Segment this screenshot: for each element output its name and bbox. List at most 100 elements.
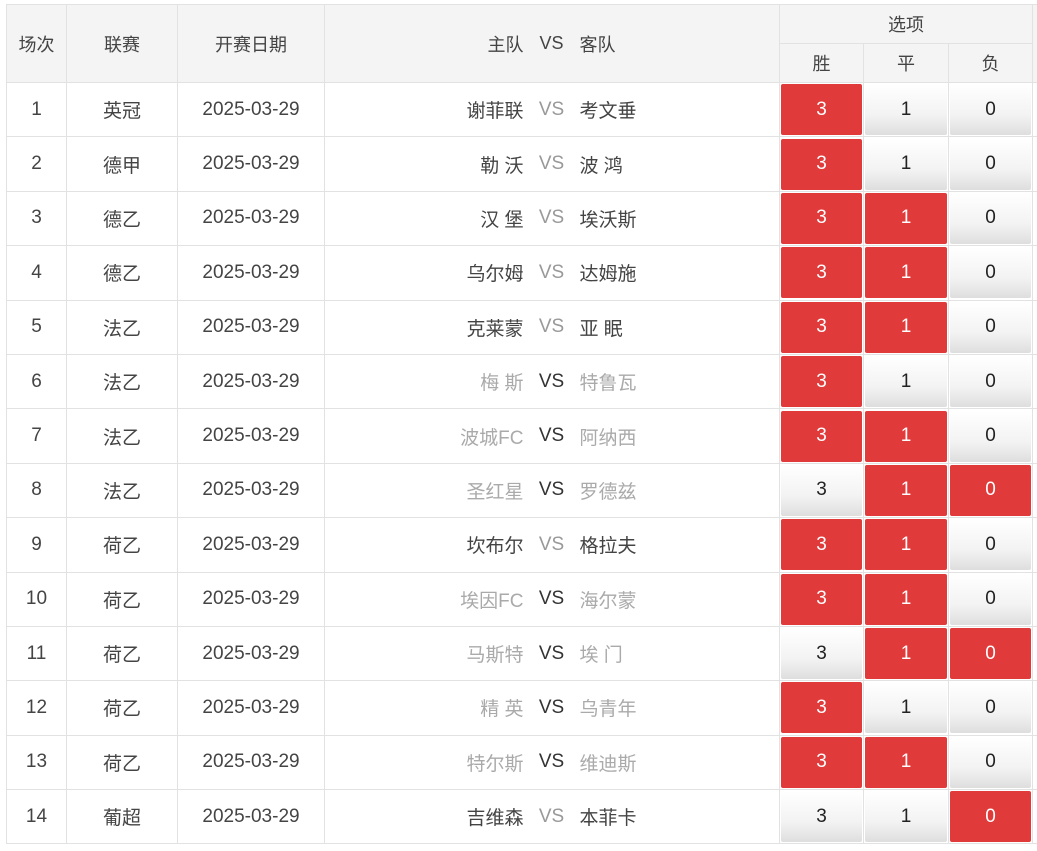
win-option-value: 3: [781, 138, 862, 190]
lose-option[interactable]: 0: [947, 680, 1034, 736]
win-option[interactable]: 3: [779, 408, 864, 464]
win-option[interactable]: 3: [779, 462, 864, 519]
away-team: 维迪斯: [579, 753, 637, 775]
lose-option[interactable]: 0: [947, 299, 1034, 355]
lose-option[interactable]: 0: [947, 517, 1034, 573]
draw-option[interactable]: 1: [863, 571, 949, 627]
match-date: 2025-03-29: [177, 245, 325, 301]
table-row: 11 荷乙 2025-03-29 马斯特 VS 埃 门 310: [6, 625, 1037, 682]
draw-option[interactable]: 1: [863, 517, 949, 573]
win-option[interactable]: 3: [779, 625, 864, 682]
match-date: 2025-03-29: [177, 81, 325, 138]
header-opt-lose: 负: [947, 43, 1034, 83]
draw-option[interactable]: 1: [863, 734, 949, 791]
home-team: 梅 斯: [480, 373, 524, 395]
vs-label: VS: [538, 751, 565, 773]
lose-option[interactable]: 0: [947, 190, 1034, 247]
home-team: 埃因FC: [460, 590, 524, 612]
draw-option[interactable]: 1: [863, 353, 949, 410]
win-option[interactable]: 3: [779, 136, 864, 192]
away-team: 格拉夫: [579, 536, 637, 558]
draw-option[interactable]: 1: [863, 81, 949, 138]
lose-option[interactable]: 0: [947, 245, 1034, 301]
draw-option[interactable]: 1: [863, 462, 949, 519]
lose-option-value: 0: [950, 356, 1032, 408]
home-team-cell: 埃因FC: [324, 571, 528, 627]
win-option[interactable]: 3: [779, 734, 864, 791]
draw-option[interactable]: 1: [863, 299, 949, 355]
vs-cell: VS: [527, 625, 576, 682]
away-team-cell: 波 鸿: [575, 136, 780, 192]
header-num: 场次: [6, 4, 67, 83]
home-team-cell: 特尔斯: [324, 734, 528, 791]
draw-option-value: 1: [865, 573, 947, 625]
vs-label: VS: [538, 696, 565, 718]
home-team: 汉 堡: [480, 209, 524, 231]
draw-option[interactable]: 1: [863, 625, 949, 682]
win-option[interactable]: 3: [779, 353, 864, 410]
win-option[interactable]: 3: [779, 299, 864, 355]
vs-label: VS: [538, 261, 565, 283]
header-date: 开赛日期: [177, 4, 325, 83]
win-option[interactable]: 3: [779, 571, 864, 627]
win-option[interactable]: 3: [779, 680, 864, 736]
vs-cell: VS: [527, 136, 576, 192]
away-team-cell: 本菲卡: [575, 789, 780, 845]
home-team: 克莱蒙: [466, 318, 524, 340]
draw-option[interactable]: 1: [863, 245, 949, 301]
lose-option[interactable]: 0: [947, 789, 1034, 845]
draw-option[interactable]: 1: [863, 680, 949, 736]
lose-option[interactable]: 0: [947, 571, 1034, 627]
draw-option[interactable]: 1: [863, 408, 949, 464]
league-name: 德乙: [66, 190, 178, 247]
league-name: 德乙: [66, 245, 178, 301]
draw-option[interactable]: 1: [863, 190, 949, 247]
win-option[interactable]: 3: [779, 190, 864, 247]
table-row: 2 德甲 2025-03-29 勒 沃 VS 波 鸿 310: [6, 136, 1037, 192]
lose-option-value: 0: [950, 682, 1032, 734]
match-number: 3: [6, 190, 67, 247]
header-away: 客队: [575, 4, 780, 83]
home-team-cell: 波城FC: [324, 408, 528, 464]
lose-option[interactable]: 0: [947, 625, 1034, 682]
win-option[interactable]: 3: [779, 81, 864, 138]
league-name: 荷乙: [66, 571, 178, 627]
match-number: 2: [6, 136, 67, 192]
header-league: 联赛: [66, 4, 178, 83]
match-date: 2025-03-29: [177, 190, 325, 247]
win-option-value: 3: [781, 736, 862, 788]
draw-option[interactable]: 1: [863, 789, 949, 845]
away-team-cell: 考文垂: [575, 81, 780, 138]
win-option[interactable]: 3: [779, 517, 864, 573]
vs-label: VS: [538, 425, 565, 447]
header-spacer: [1032, 4, 1037, 83]
lose-option[interactable]: 0: [947, 81, 1034, 138]
draw-option[interactable]: 1: [863, 136, 949, 192]
vs-cell: VS: [527, 462, 576, 519]
home-team-cell: 马斯特: [324, 625, 528, 682]
vs-cell: VS: [527, 190, 576, 247]
lose-option[interactable]: 0: [947, 353, 1034, 410]
table-row: 14 葡超 2025-03-29 吉维森 VS 本菲卡 3 1 0: [6, 789, 1037, 845]
table-row: 5 法乙 2025-03-29 克莱蒙 VS 亚 眠 310: [6, 299, 1037, 355]
lose-option[interactable]: 0: [947, 462, 1034, 519]
win-option[interactable]: 3: [779, 245, 864, 301]
row-spacer: [1032, 190, 1037, 247]
league-name: 荷乙: [66, 517, 178, 573]
lose-option[interactable]: 0: [947, 136, 1034, 192]
match-date: 2025-03-29: [177, 353, 325, 410]
draw-option-value: 1: [865, 628, 947, 680]
home-team: 特尔斯: [466, 753, 524, 775]
lose-option[interactable]: 0: [947, 408, 1034, 464]
match-date: 2025-03-29: [177, 462, 325, 519]
away-team: 考文垂: [579, 101, 637, 123]
win-option[interactable]: 3: [779, 789, 864, 845]
lose-option[interactable]: 0: [947, 734, 1034, 791]
away-team-cell: 特鲁瓦: [575, 353, 780, 410]
match-date: 2025-03-29: [177, 136, 325, 192]
lose-option-value: 0: [950, 247, 1032, 299]
lose-option-value: 0: [950, 628, 1032, 680]
league-name: 法乙: [66, 299, 178, 355]
league-name: 法乙: [66, 462, 178, 519]
header-home: 主队: [324, 4, 528, 83]
